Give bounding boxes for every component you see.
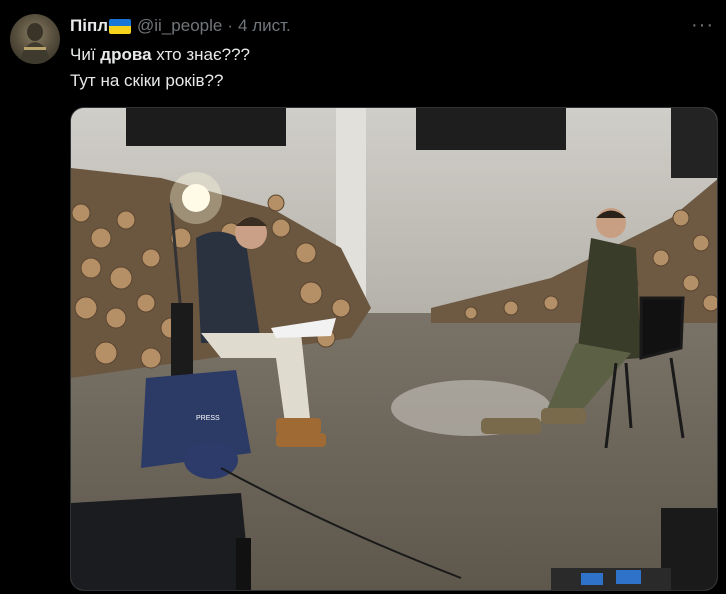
covered-window-left	[126, 108, 286, 146]
author-name[interactable]: Піпл	[70, 16, 108, 36]
tweet-text-line-1: Чиї дрова хто знає???	[70, 42, 250, 68]
text-after: хто знає???	[151, 45, 251, 64]
tweet[interactable]: Піпл @ii_people · 4 лист. ··· Чиї дрова …	[0, 0, 726, 594]
vest-label: PRESS	[196, 415, 220, 422]
tweet-media-photo[interactable]: PRESS	[70, 107, 718, 591]
author-handle[interactable]: @ii_people	[137, 16, 222, 36]
tweet-header: Піпл @ii_people · 4 лист.	[70, 16, 291, 36]
tweet-text: Чиї дрова хто знає??? Тут на скіки років…	[70, 42, 250, 94]
text-before: Чиї	[70, 45, 101, 64]
tweet-text-line-2: Тут на скіки років??	[70, 71, 224, 90]
avatar[interactable]	[10, 14, 60, 64]
chair-foreground	[71, 493, 251, 590]
covered-window-right	[416, 108, 566, 150]
timestamp[interactable]: 4 лист.	[238, 16, 291, 36]
ukraine-flag-icon	[109, 18, 132, 34]
press-vest: PRESS	[141, 370, 251, 479]
photo-scene: PRESS	[71, 108, 717, 590]
text-bold-word: дрова	[100, 45, 152, 64]
separator-dot: ·	[227, 16, 234, 35]
more-options-icon[interactable]: ···	[691, 14, 714, 37]
